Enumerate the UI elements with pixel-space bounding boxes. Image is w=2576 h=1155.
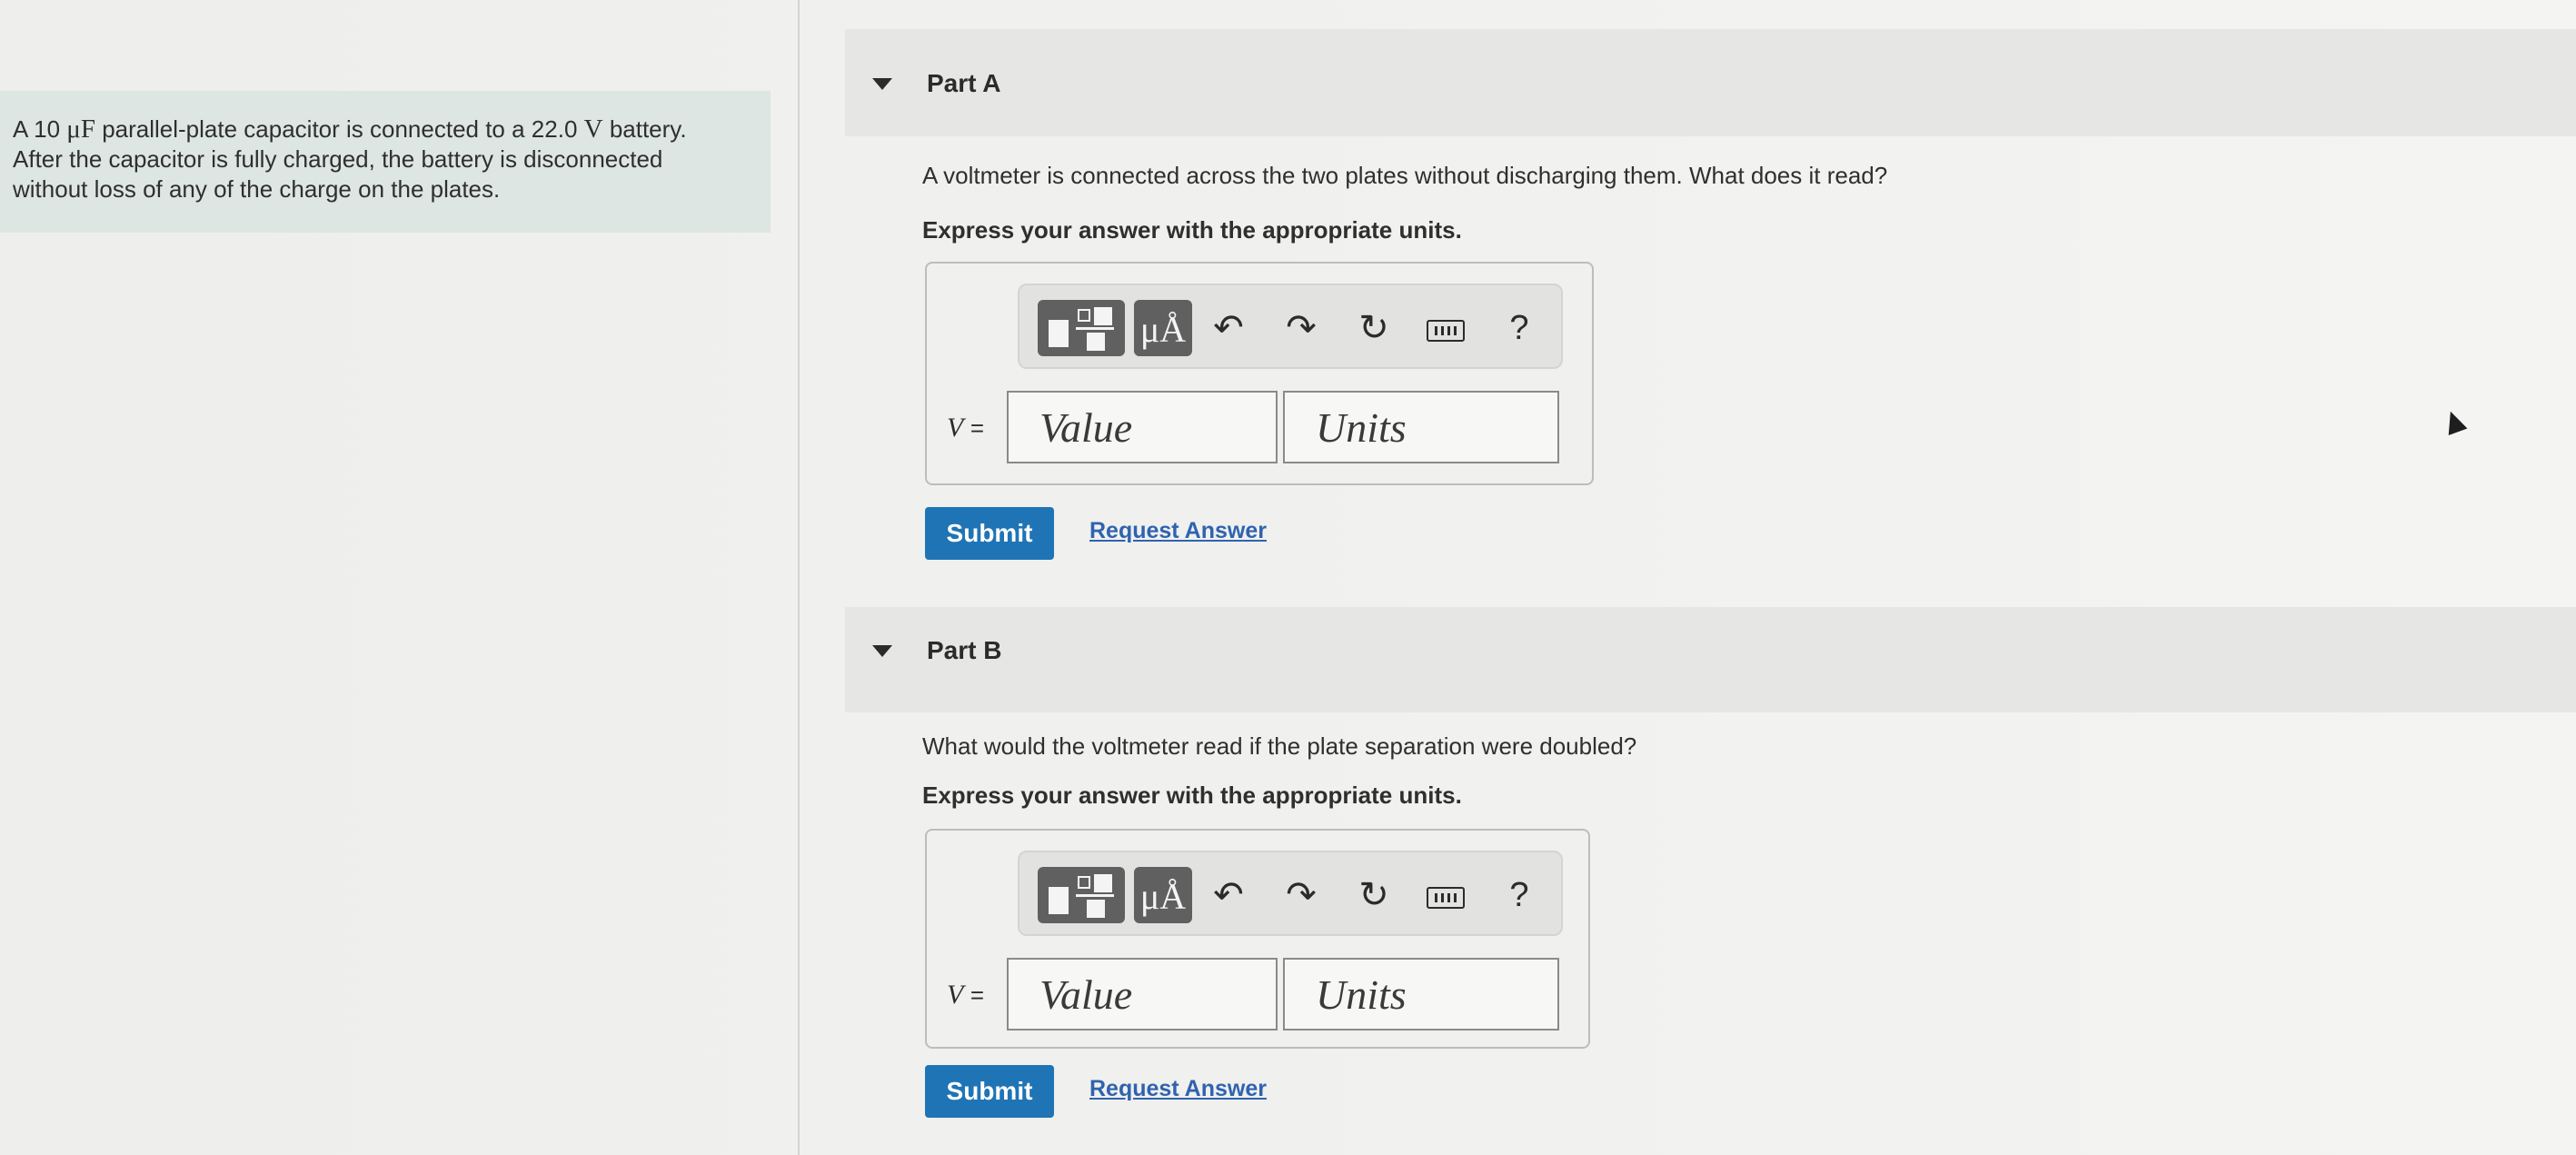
problem-text-suffix: battery. [602, 115, 687, 143]
problem-line-2: After the capacitor is fully charged, th… [13, 145, 663, 173]
part-b-title: Part B [927, 636, 1002, 664]
value-input[interactable] [1007, 958, 1278, 1031]
collapse-caret-icon[interactable] [872, 78, 892, 90]
templates-icon[interactable] [1038, 300, 1125, 356]
units-icon[interactable]: μÅ [1134, 867, 1192, 923]
submit-button[interactable]: Submit [925, 507, 1054, 560]
math-toolbar: μÅ ↶ ↷ ↻ ? [1018, 284, 1563, 369]
keyboard-icon[interactable] [1419, 300, 1474, 356]
reset-icon[interactable]: ↻ [1347, 867, 1401, 923]
part-b-answer-box: μÅ ↶ ↷ ↻ ? V = [925, 829, 1590, 1049]
mouse-cursor-icon [2441, 407, 2468, 436]
units-input[interactable] [1283, 958, 1559, 1031]
units-icon[interactable]: μÅ [1134, 300, 1192, 356]
voltage-unit: V [583, 115, 603, 144]
variable-label: V = [947, 413, 985, 443]
part-a-question: A voltmeter is connected across the two … [922, 162, 1888, 189]
submit-button[interactable]: Submit [925, 1065, 1054, 1118]
column-divider [798, 0, 800, 1155]
problem-line-1: A 10 μF parallel-plate capacitor is conn… [13, 115, 771, 144]
part-b-header[interactable]: Part B [845, 607, 2576, 712]
request-answer-link[interactable]: Request Answer [1089, 1076, 1267, 1102]
reset-icon[interactable]: ↻ [1347, 300, 1401, 356]
part-a-instruction: Express your answer with the appropriate… [922, 216, 1462, 244]
problem-text-prefix: A 10 [13, 115, 67, 143]
undo-icon[interactable]: ↶ [1201, 867, 1256, 923]
request-answer-link[interactable]: Request Answer [1089, 518, 1267, 544]
help-icon[interactable]: ? [1492, 867, 1547, 923]
collapse-caret-icon[interactable] [872, 645, 892, 657]
part-a-title: Part A [927, 69, 1001, 97]
part-a-header[interactable]: Part A [845, 29, 2576, 136]
redo-icon[interactable]: ↷ [1274, 300, 1328, 356]
part-b-question: What would the voltmeter read if the pla… [922, 732, 1637, 760]
part-b-instruction: Express your answer with the appropriate… [922, 782, 1462, 809]
units-input[interactable] [1283, 391, 1559, 463]
undo-icon[interactable]: ↶ [1201, 300, 1256, 356]
part-a-answer-box: μÅ ↶ ↷ ↻ ? V = [925, 262, 1594, 485]
variable-label: V = [947, 980, 985, 1010]
problem-line-3: without loss of any of the charge on the… [13, 175, 501, 203]
templates-icon[interactable] [1038, 867, 1125, 923]
problem-statement: A 10 μF parallel-plate capacitor is conn… [0, 91, 771, 233]
keyboard-icon[interactable] [1419, 867, 1474, 923]
value-input[interactable] [1007, 391, 1278, 463]
redo-icon[interactable]: ↷ [1274, 867, 1328, 923]
problem-text-mid: parallel-plate capacitor is connected to… [94, 115, 584, 143]
math-toolbar: μÅ ↶ ↷ ↻ ? [1018, 851, 1563, 936]
help-icon[interactable]: ? [1492, 300, 1547, 356]
capacitance-unit: μF [66, 115, 95, 144]
